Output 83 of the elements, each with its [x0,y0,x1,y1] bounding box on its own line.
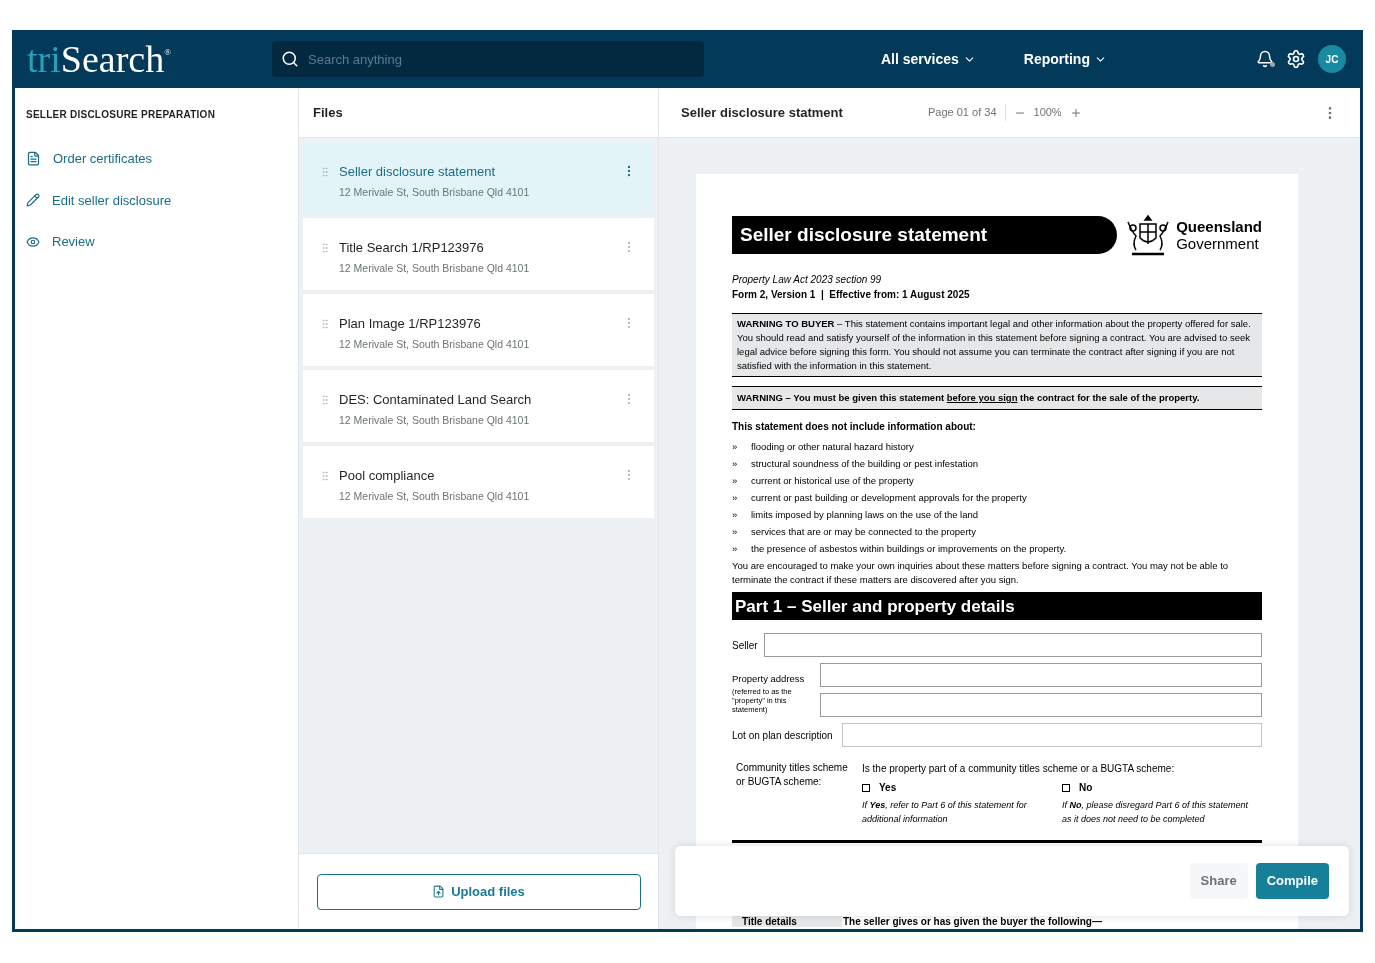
drag-handle-icon[interactable] [319,318,331,330]
sidebar-title: SELLER DISCLOSURE PREPARATION [26,108,217,122]
seller-field[interactable] [763,633,1262,658]
file-card[interactable]: Seller disclosure statement 12 Merivale St, South Brisbane Qld 4101 [303,142,654,214]
buyer-warning: WARNING TO BUYER – This statement contains important legal and other information about the property offered for sale. You should read and satisfy yourself of the information in this statement before signing a contract. You are advised to seek legal advice before signing this form. You should not assume you can terminate the contract after signing if you are not satisfied with the information in this statement. [732,313,1262,377]
exclusion-item: the presence of asbestos within buildings or improvements on the property. [751,541,1067,556]
sidebar-item[interactable]: Review [26,232,298,252]
scheme-label: Community titles scheme or BUGTA scheme: [736,761,849,790]
signing-warning: WARNING – You must be given this statement before you sign the contract for the sale of the property. [732,386,1262,411]
file-upload-icon [432,885,446,898]
document-title: Seller disclosure statment [681,103,844,122]
menu-button[interactable]: All services [881,48,976,70]
file-name: Title Search 1/RP123976 [339,240,485,256]
property-address-field[interactable] [820,693,1262,718]
search-icon [281,50,299,68]
pencil-icon [26,193,40,208]
file-card[interactable]: Title Search 1/RP123976 12 Merivale St, South Brisbane Qld 4101 [303,218,654,290]
document-icon [26,151,41,167]
field-label: Property address [732,672,806,687]
sidebar-item[interactable]: Order certificates [26,149,298,169]
property-address-field[interactable] [820,663,1262,688]
file-address: 12 Merivale St, South Brisbane Qld 4101 [339,489,531,504]
compile-button[interactable]: Compile [1255,863,1329,899]
bullet: » [732,524,739,539]
issuer-name: Queensland Government [1176,218,1262,252]
upload-files-button[interactable]: Upload files [316,873,641,910]
file-address: 12 Merivale St, South Brisbane Qld 4101 [339,413,531,428]
bullet: » [732,439,739,454]
part-heading: Part 1 – Seller and property details [732,592,1262,621]
exclusions-heading: This statement does not include information about: [732,420,977,435]
advice-text: You are encouraged to make your own inquiries about these matters before signing a contract. You may not be able to terminate the contract if these matters are discovered after you sign. [732,559,1230,588]
form-version: Form 2, Version 1 | Effective from: 1 August 2025 [732,288,971,302]
logo: triSearch® [27,40,172,78]
user-avatar[interactable]: JC [1318,45,1346,73]
drag-handle-icon[interactable] [319,394,331,406]
menu-button[interactable]: Reporting [1023,48,1107,70]
zoom-in-button[interactable] [1069,106,1082,119]
file-address: 12 Merivale St, South Brisbane Qld 4101 [339,261,531,276]
bullet: » [732,541,739,556]
bullet: » [732,507,739,522]
bullet: » [732,473,739,488]
field-label: Seller [732,638,758,653]
file-card[interactable]: Plan Image 1/RP123976 12 Merivale St, South Brisbane Qld 4101 [303,294,654,366]
file-name: DES: Contaminated Land Search [339,392,533,408]
sidebar-item[interactable]: Edit seller disclosure [26,190,298,210]
option-label: Yes [879,781,897,796]
lot-field[interactable] [841,723,1262,748]
file-address: 12 Merivale St, South Brisbane Qld 4101 [339,337,531,352]
option-note: If Yes, refer to Part 6 of this statement for additional information [862,799,1028,827]
exclusion-item: flooding or other natural hazard history [751,439,914,454]
drag-handle-icon[interactable] [319,470,331,482]
scheme-question: Is the property part of a community titles scheme or a BUGTA scheme: [862,762,1176,777]
search-field[interactable]: Search anything [272,41,704,77]
bullet: » [732,490,739,505]
row-text: The seller gives or has given the buyer the following— [842,916,1102,928]
checkbox[interactable] [862,783,870,792]
notifications-button[interactable] [1256,50,1274,68]
checkbox[interactable] [1062,783,1070,792]
exclusion-item: services that are or may be connected to the property [751,524,976,539]
drag-handle-icon[interactable] [319,242,331,254]
exclusion-item: structural soundness of the building or pest infestation [751,456,979,471]
document-heading: Seller disclosure statement [732,216,1117,254]
file-name: Plan Image 1/RP123976 [339,316,482,332]
exclusion-item: current or past building or development approvals for the property [751,490,1027,505]
bullet: » [732,456,739,471]
zoom-level: 100% [1033,105,1062,121]
option-label: No [1079,781,1093,796]
file-card[interactable]: Pool compliance 12 Merivale St, South Brisbane Qld 4101 [303,446,654,518]
exclusion-item: limits imposed by planning laws on the use of the land [751,507,979,522]
share-button[interactable]: Share [1189,863,1248,899]
page-indicator: Page 01 of 34 [928,104,1006,121]
exclusion-item: current or historical use of the property [751,473,914,488]
field-label: Lot on plan description [732,728,833,743]
settings-button[interactable] [1286,49,1306,69]
eye-icon [26,234,40,249]
row-label: Title details [732,916,842,928]
act-reference: Property Law Act 2023 section 99 [732,273,883,287]
file-name: Pool compliance [339,468,436,484]
file-name: Seller disclosure statement [339,164,497,180]
file-card[interactable]: DES: Contaminated Land Search 12 Merivale St, South Brisbane Qld 4101 [303,370,654,442]
option-note: If No, please disregard Part 6 of this statement as it does not need to be completed [1062,799,1250,827]
drag-handle-icon[interactable] [319,166,331,178]
file-address: 12 Merivale St, South Brisbane Qld 4101 [339,185,531,200]
